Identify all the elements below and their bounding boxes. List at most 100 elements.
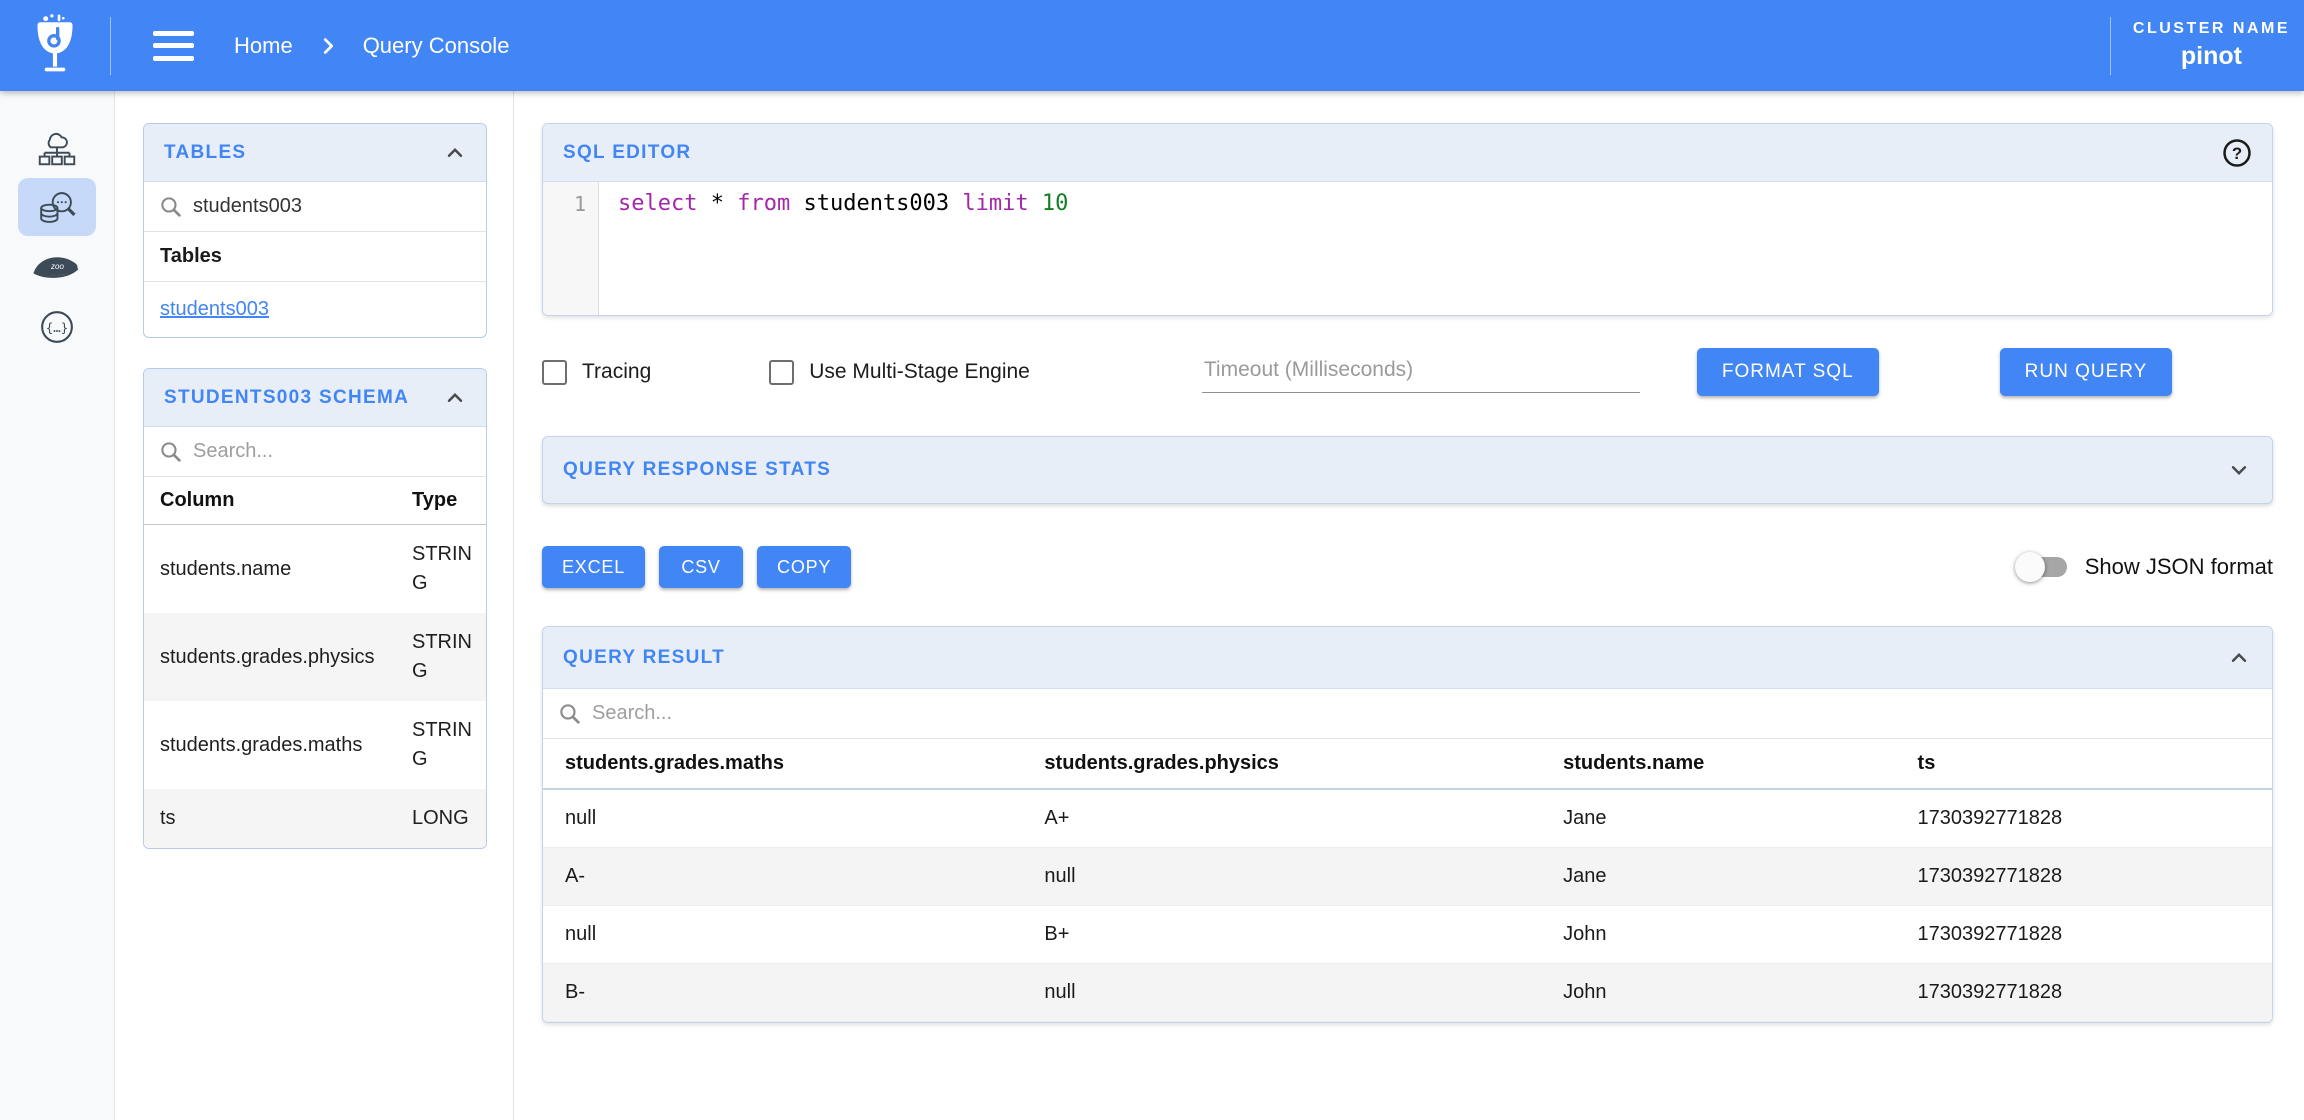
help-icon[interactable]: ?	[2222, 138, 2252, 168]
chevron-right-icon	[317, 35, 339, 57]
result-cell: Jane	[1563, 848, 1917, 906]
schema-column-cell: students.grades.physics	[144, 613, 396, 701]
tracing-label: Tracing	[582, 360, 651, 384]
zookeeper-icon: zoo	[31, 252, 83, 282]
result-column-header[interactable]: students.grades.maths	[543, 739, 1044, 789]
query-result-card: QUERY RESULT students.grades.mathsstuden…	[542, 626, 2273, 1023]
query-result-table: students.grades.mathsstudents.grades.phy…	[543, 739, 2272, 1022]
result-table-body: nullA+Jane1730392771828A-nullJane1730392…	[543, 789, 2272, 1022]
toggle-thumb[interactable]	[2015, 552, 2045, 582]
tables-search-input[interactable]	[193, 195, 472, 218]
tracing-option[interactable]: Tracing	[542, 360, 651, 385]
sidebar-item-swagger-api[interactable]: {…}	[18, 298, 96, 356]
breadcrumb-home[interactable]: Home	[234, 33, 293, 59]
result-search-input[interactable]	[592, 702, 2258, 725]
sql-editor-title: SQL EDITOR	[563, 142, 691, 164]
sql-editor-card: SQL EDITOR ? 1 select * from students003…	[542, 123, 2273, 316]
schema-column-cell: ts	[144, 789, 396, 848]
sidebar-item-zookeeper-browser[interactable]: zoo	[18, 238, 96, 296]
table-list-item[interactable]: students003	[144, 282, 486, 337]
schema-type-cell: STRING	[396, 525, 487, 614]
json-format-toggle-label: Show JSON format	[2085, 554, 2273, 580]
tables-panel-header[interactable]: TABLES	[144, 124, 486, 182]
result-cell: A-	[543, 848, 1044, 906]
result-cell: A+	[1044, 789, 1563, 848]
result-column-header[interactable]: students.name	[1563, 739, 1917, 789]
result-cell: Jane	[1563, 789, 1917, 848]
multistage-option[interactable]: Use Multi-Stage Engine	[769, 360, 1030, 385]
schema-search-row	[144, 427, 486, 477]
search-icon	[158, 439, 183, 464]
copy-button[interactable]: COPY	[757, 546, 851, 588]
result-column-header[interactable]: ts	[1918, 739, 2272, 789]
tables-search-row	[144, 182, 486, 232]
schema-panel-header[interactable]: STUDENTS003 SCHEMA	[144, 369, 486, 427]
result-row: nullB+John1730392771828	[543, 906, 2272, 964]
schema-row: tsLONG	[144, 789, 487, 848]
timeout-field-wrap	[1202, 352, 1640, 393]
schema-table-body: students.nameSTRINGstudents.grades.physi…	[144, 525, 487, 849]
result-column-header[interactable]: students.grades.physics	[1044, 739, 1563, 789]
cluster-name-label: CLUSTER NAME	[2133, 20, 2290, 38]
sql-token: 10	[1042, 191, 1069, 216]
swagger-api-icon: {…}	[34, 304, 80, 350]
wine-glass-logo-icon	[32, 13, 78, 79]
breadcrumb-current: Query Console	[363, 33, 510, 59]
query-controls-row: Tracing Use Multi-Stage Engine FORMAT SQ…	[542, 346, 2273, 398]
sql-token: *	[697, 191, 737, 216]
query-response-stats-title: QUERY RESPONSE STATS	[563, 459, 831, 481]
chevron-up-icon[interactable]	[442, 140, 468, 166]
query-result-header[interactable]: QUERY RESULT	[543, 627, 2272, 689]
result-row: nullA+Jane1730392771828	[543, 789, 2272, 848]
schema-table: Column Type students.nameSTRINGstudents.…	[144, 477, 487, 848]
cluster-manager-icon	[34, 124, 80, 170]
table-link[interactable]: students003	[160, 298, 269, 320]
timeout-input[interactable]	[1202, 352, 1640, 393]
result-cell: null	[543, 906, 1044, 964]
chevron-down-icon[interactable]	[2226, 457, 2252, 483]
tables-panel-title: TABLES	[164, 142, 246, 164]
sql-token	[1029, 191, 1042, 216]
result-cell: null	[1044, 964, 1563, 1022]
schema-panel: STUDENTS003 SCHEMA Column Type	[143, 368, 487, 849]
schema-column-cell: students.grades.maths	[144, 701, 396, 789]
schema-search-input[interactable]	[193, 440, 472, 463]
excel-button[interactable]: EXCEL	[542, 546, 645, 588]
sql-token: students003	[790, 191, 962, 216]
result-cell: B+	[1044, 906, 1563, 964]
sql-code-editor[interactable]: 1 select * from students003 limit 10	[543, 182, 2272, 315]
multistage-label: Use Multi-Stage Engine	[809, 360, 1030, 384]
editor-line-number: 1	[543, 182, 599, 315]
result-header-row: students.grades.mathsstudents.grades.phy…	[543, 739, 2272, 789]
run-query-button[interactable]: RUN QUERY	[2000, 348, 2173, 396]
svg-text:{…}: {…}	[46, 320, 68, 335]
format-sql-button[interactable]: FORMAT SQL	[1697, 348, 1879, 396]
schema-column-header[interactable]: Column	[144, 477, 396, 525]
pinot-logo[interactable]	[0, 13, 110, 79]
query-response-stats-panel[interactable]: QUERY RESPONSE STATS	[542, 436, 2273, 504]
chevron-up-icon[interactable]	[2226, 645, 2252, 671]
result-cell: 1730392771828	[1918, 964, 2272, 1022]
sql-code-line[interactable]: select * from students003 limit 10	[599, 182, 1068, 315]
schema-type-header[interactable]: Type	[396, 477, 487, 525]
header-divider	[110, 17, 111, 75]
app-header: Home Query Console CLUSTER NAME pinot	[0, 0, 2304, 91]
result-row: B-nullJohn1730392771828	[543, 964, 2272, 1022]
result-cell: 1730392771828	[1918, 848, 2272, 906]
result-cell: null	[1044, 848, 1563, 906]
schema-type-cell: STRING	[396, 613, 487, 701]
query-console-icon	[34, 184, 80, 230]
schema-type-cell: STRING	[396, 701, 487, 789]
schema-column-cell: students.name	[144, 525, 396, 614]
hamburger-menu-icon[interactable]	[153, 31, 194, 61]
sidebar-item-cluster-manager[interactable]	[18, 118, 96, 176]
chevron-up-icon[interactable]	[442, 385, 468, 411]
tracing-checkbox[interactable]	[542, 360, 567, 385]
cluster-name-value: pinot	[2133, 42, 2290, 71]
svg-text:?: ?	[2232, 143, 2242, 162]
json-format-toggle[interactable]	[2019, 557, 2067, 577]
schema-type-cell: LONG	[396, 789, 487, 848]
multistage-checkbox[interactable]	[769, 360, 794, 385]
sidebar-item-query-console[interactable]	[18, 178, 96, 236]
csv-button[interactable]: CSV	[659, 546, 743, 588]
